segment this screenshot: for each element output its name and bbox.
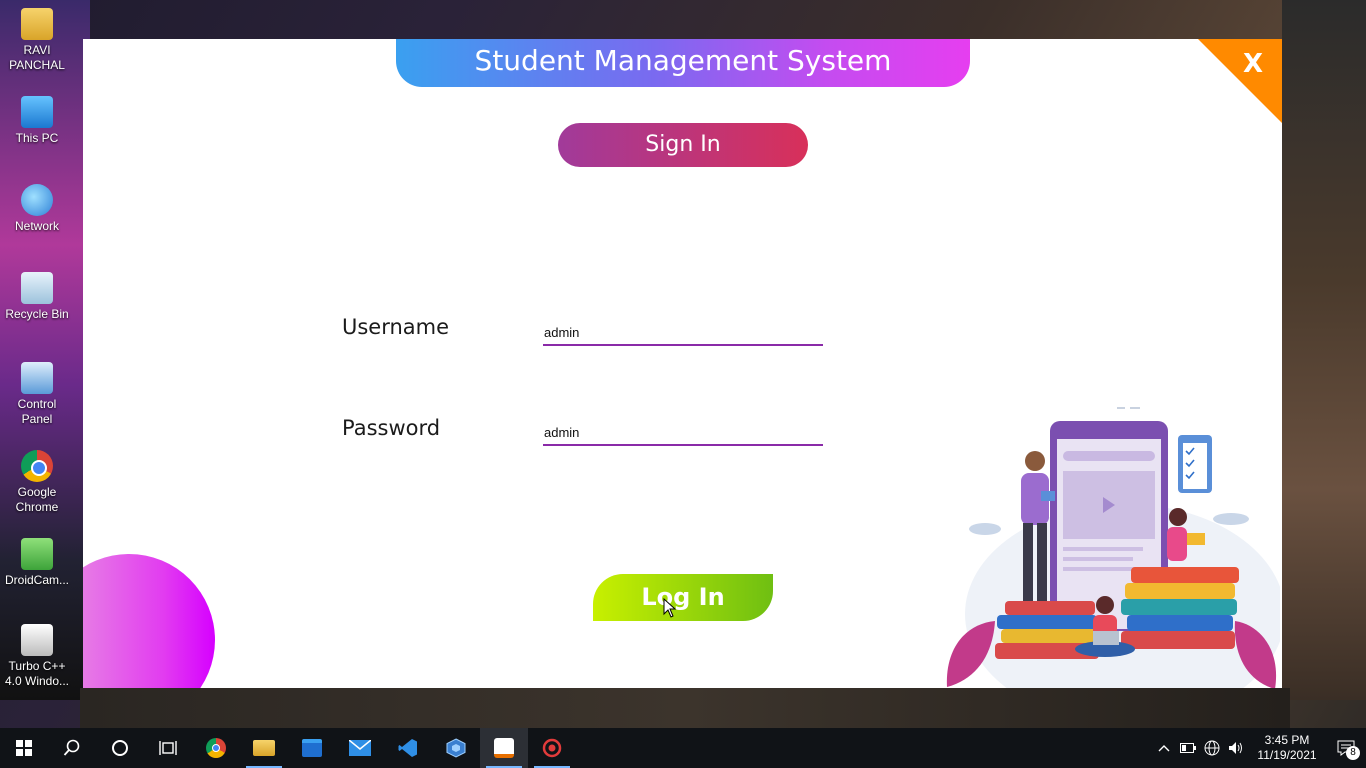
vscode-icon bbox=[398, 739, 417, 757]
desktop-icon-label: Turbo C++ 4.0 Windo... bbox=[4, 659, 70, 688]
app-title: Student Management System bbox=[396, 39, 970, 87]
action-center-button[interactable]: 8 bbox=[1326, 728, 1366, 768]
start-button[interactable] bbox=[0, 728, 48, 768]
desktop-icon-this-pc[interactable]: This PC bbox=[0, 96, 74, 146]
desktop-icon-recycle-bin[interactable]: Recycle Bin bbox=[0, 272, 74, 322]
desktop-icon-control-panel[interactable]: Control Panel bbox=[0, 362, 74, 427]
taskbar-app-java[interactable] bbox=[480, 728, 528, 768]
task-view-icon bbox=[159, 741, 177, 755]
java-icon bbox=[494, 738, 514, 758]
login-window: Student Management System X Sign In User… bbox=[83, 39, 1282, 688]
search-icon bbox=[63, 739, 80, 756]
taskbar-search-button[interactable] bbox=[48, 728, 96, 768]
desktop-icon-label: Control Panel bbox=[17, 397, 57, 426]
desktop-icon-network[interactable]: Network bbox=[0, 184, 74, 234]
taskbar-app-screen-recorder[interactable] bbox=[528, 728, 576, 768]
virtualbox-icon bbox=[446, 738, 466, 758]
volume-button[interactable] bbox=[1224, 728, 1248, 768]
task-view-button[interactable] bbox=[144, 728, 192, 768]
taskbar: 3:45 PM 11/19/2021 8 bbox=[0, 728, 1366, 768]
notification-count-badge: 8 bbox=[1346, 746, 1360, 760]
taskbar-app-file-explorer[interactable] bbox=[240, 728, 288, 768]
screen-recorder-icon bbox=[542, 738, 562, 758]
globe-icon bbox=[1204, 740, 1220, 756]
username-label: Username bbox=[342, 315, 450, 339]
clock-button[interactable]: 3:45 PM 11/19/2021 bbox=[1248, 733, 1326, 763]
control-panel-icon bbox=[21, 362, 53, 394]
taskbar-app-store[interactable] bbox=[288, 728, 336, 768]
taskbar-app-mail[interactable] bbox=[336, 728, 384, 768]
wallpaper-bottom bbox=[80, 688, 1290, 728]
taskbar-app-chrome[interactable] bbox=[192, 728, 240, 768]
show-hidden-icons-button[interactable] bbox=[1152, 728, 1176, 768]
chrome-icon bbox=[21, 450, 53, 482]
cortana-icon bbox=[112, 740, 128, 756]
cortana-button[interactable] bbox=[96, 728, 144, 768]
desktop-icon-turbo-cpp[interactable]: Turbo C++ 4.0 Windo... bbox=[0, 624, 74, 689]
desktop-icon-droidcam[interactable]: DroidCam... bbox=[0, 538, 74, 588]
battery-icon bbox=[1180, 743, 1196, 753]
mail-icon bbox=[349, 740, 371, 756]
desktop-icon-label: DroidCam... bbox=[4, 573, 69, 587]
desktop-icon-label: RAVI PANCHAL bbox=[9, 43, 65, 72]
battery-button[interactable] bbox=[1176, 728, 1200, 768]
folder-icon bbox=[21, 8, 53, 40]
desktop-icon-label: Network bbox=[14, 219, 59, 233]
network-button[interactable] bbox=[1200, 728, 1224, 768]
windows-logo-icon bbox=[16, 740, 32, 756]
desktop-icon-google-chrome[interactable]: Google Chrome bbox=[0, 450, 74, 515]
speaker-icon bbox=[1229, 742, 1242, 754]
taskbar-app-virtualbox[interactable] bbox=[432, 728, 480, 768]
mouse-cursor-icon bbox=[663, 598, 677, 618]
clock-time: 3:45 PM bbox=[1264, 733, 1310, 747]
system-tray: 3:45 PM 11/19/2021 8 bbox=[1152, 728, 1366, 768]
desktop-icon-user-folder[interactable]: RAVI PANCHAL bbox=[0, 8, 74, 73]
username-input[interactable] bbox=[543, 320, 823, 346]
desktop-icon-label: This PC bbox=[15, 131, 59, 145]
login-button[interactable]: Log In bbox=[593, 574, 773, 621]
store-icon bbox=[302, 739, 322, 757]
clock-date: 11/19/2021 bbox=[1257, 748, 1317, 762]
close-button[interactable]: X bbox=[1232, 47, 1274, 81]
students-illustration bbox=[946, 407, 1280, 688]
sign-in-heading: Sign In bbox=[558, 123, 808, 167]
wallpaper-right bbox=[1282, 0, 1366, 700]
recycle-bin-icon bbox=[21, 272, 53, 304]
file-explorer-icon bbox=[253, 740, 275, 756]
password-input[interactable] bbox=[543, 420, 823, 446]
chevron-up-icon bbox=[1158, 745, 1170, 752]
chrome-icon bbox=[206, 738, 226, 758]
droidcam-icon bbox=[21, 538, 53, 570]
desktop-icon-label: Google Chrome bbox=[15, 485, 59, 514]
computer-icon bbox=[21, 96, 53, 128]
turbo-cpp-icon bbox=[21, 624, 53, 656]
network-icon bbox=[21, 184, 53, 216]
decorative-blob bbox=[83, 554, 215, 688]
desktop-icon-label: Recycle Bin bbox=[5, 307, 69, 321]
taskbar-app-vscode[interactable] bbox=[384, 728, 432, 768]
password-label: Password bbox=[342, 416, 441, 440]
